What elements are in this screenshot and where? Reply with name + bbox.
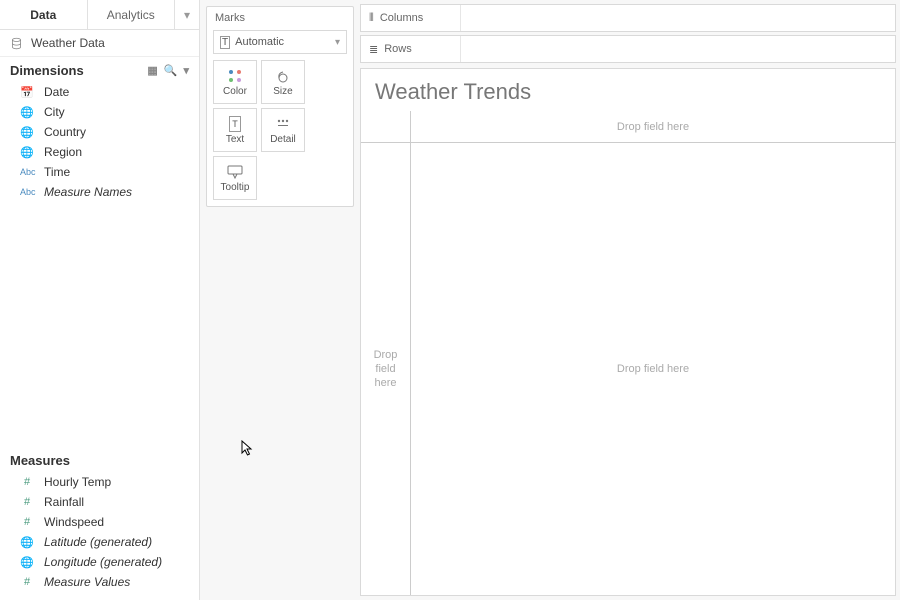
field-region[interactable]: 🌐 Region xyxy=(0,142,199,162)
mark-btn-label: Detail xyxy=(270,134,296,145)
globe-icon: 🌐 xyxy=(20,536,34,549)
mark-btn-label: Color xyxy=(223,86,247,97)
columns-shelf-label: ⦀ Columns xyxy=(361,5,461,31)
viz-canvas: Weather Trends Drop field here Drop fiel… xyxy=(360,68,896,596)
canvas-pane: ⦀ Columns ≣ Rows Weather Trends Drop fie… xyxy=(360,0,900,600)
field-hourly-temp[interactable]: # Hourly Temp xyxy=(0,472,199,492)
viz-col-drop[interactable]: Drop field here xyxy=(411,111,895,143)
auto-icon: T xyxy=(220,36,230,49)
marks-buttons: Color Size T Text Detail Tooltip xyxy=(207,60,353,206)
size-icon xyxy=(275,68,291,84)
side-tabs: Data Analytics ▾ xyxy=(0,0,199,30)
spacer xyxy=(0,210,199,447)
abc-icon: Abc xyxy=(20,187,34,197)
text-icon: T xyxy=(229,116,241,132)
field-time[interactable]: Abc Time xyxy=(0,162,199,182)
field-label: Date xyxy=(44,85,69,99)
field-country[interactable]: 🌐 Country xyxy=(0,122,199,142)
marks-title: Marks xyxy=(207,7,353,26)
mark-btn-label: Tooltip xyxy=(221,182,250,193)
field-label: Country xyxy=(44,125,86,139)
menu-caret-icon[interactable]: ▾ xyxy=(183,64,189,77)
columns-icon: ⦀ xyxy=(369,12,374,25)
columns-drop-zone[interactable] xyxy=(461,5,895,31)
tooltip-icon xyxy=(227,164,243,180)
field-label: Time xyxy=(44,165,70,179)
globe-icon: 🌐 xyxy=(20,126,34,139)
viz-row-drop[interactable]: Drop field here xyxy=(361,143,411,595)
measures-heading: Measures xyxy=(0,447,199,472)
rows-icon: ≣ xyxy=(369,43,378,56)
field-label: Windspeed xyxy=(44,515,104,529)
rows-shelf[interactable]: ≣ Rows xyxy=(360,35,896,63)
mark-size-button[interactable]: Size xyxy=(261,60,305,104)
field-windspeed[interactable]: # Windspeed xyxy=(0,512,199,532)
field-rainfall[interactable]: # Rainfall xyxy=(0,492,199,512)
color-icon xyxy=(228,68,242,84)
mark-btn-label: Size xyxy=(273,86,292,97)
dimensions-heading-label: Dimensions xyxy=(10,63,84,78)
datasource-name: Weather Data xyxy=(31,36,105,50)
database-icon xyxy=(10,37,23,50)
mark-detail-button[interactable]: Detail xyxy=(261,108,305,152)
tab-analytics[interactable]: Analytics xyxy=(88,0,176,29)
field-label: City xyxy=(44,105,65,119)
data-pane: Data Analytics ▾ Weather Data Dimensions… xyxy=(0,0,200,600)
number-icon: # xyxy=(20,576,34,588)
mark-type-dropdown[interactable]: T Automatic xyxy=(213,30,347,54)
detail-icon xyxy=(276,116,290,132)
globe-icon: 🌐 xyxy=(20,146,34,159)
view-grid-icon[interactable]: ▦ xyxy=(147,64,157,77)
viz-corner xyxy=(361,111,411,143)
measures-list: # Hourly Temp # Rainfall # Windspeed 🌐 L… xyxy=(0,472,199,600)
globe-icon: 🌐 xyxy=(20,556,34,569)
measures-heading-label: Measures xyxy=(10,453,70,468)
field-label: Measure Values xyxy=(44,575,130,589)
datasource-row[interactable]: Weather Data xyxy=(0,30,199,57)
abc-icon: Abc xyxy=(20,167,34,177)
tab-data[interactable]: Data xyxy=(0,0,88,29)
shelf-label-text: Columns xyxy=(380,12,423,24)
field-measure-names[interactable]: Abc Measure Names xyxy=(0,182,199,202)
search-icon[interactable]: 🔍 xyxy=(164,64,178,77)
field-latitude[interactable]: 🌐 Latitude (generated) xyxy=(0,532,199,552)
field-measure-values[interactable]: # Measure Values xyxy=(0,572,199,592)
marks-card: Marks T Automatic Color Size T Text Deta… xyxy=(206,6,354,207)
field-label: Hourly Temp xyxy=(44,475,111,489)
rows-shelf-label: ≣ Rows xyxy=(361,36,461,62)
field-longitude[interactable]: 🌐 Longitude (generated) xyxy=(0,552,199,572)
dimensions-list: 📅 Date 🌐 City 🌐 Country 🌐 Region Abc Tim… xyxy=(0,82,199,210)
field-label: Latitude (generated) xyxy=(44,535,152,549)
mark-color-button[interactable]: Color xyxy=(213,60,257,104)
viz-title[interactable]: Weather Trends xyxy=(361,69,895,111)
field-date[interactable]: 📅 Date xyxy=(0,82,199,102)
viz-main-drop[interactable]: Drop field here xyxy=(411,143,895,595)
mark-btn-label: Text xyxy=(226,134,244,145)
viz-body: Drop field here Drop field here Drop fie… xyxy=(361,111,895,595)
shelf-label-text: Rows xyxy=(384,43,412,55)
number-icon: # xyxy=(20,516,34,528)
field-label: Rainfall xyxy=(44,495,84,509)
dimensions-heading: Dimensions ▦ 🔍 ▾ xyxy=(0,57,199,82)
field-city[interactable]: 🌐 City xyxy=(0,102,199,122)
columns-shelf[interactable]: ⦀ Columns xyxy=(360,4,896,32)
field-label: Longitude (generated) xyxy=(44,555,162,569)
globe-icon: 🌐 xyxy=(20,106,34,119)
calendar-icon: 📅 xyxy=(20,86,34,99)
field-label: Measure Names xyxy=(44,185,132,199)
mark-type-label: Automatic xyxy=(235,36,284,48)
marks-pane: Marks T Automatic Color Size T Text Deta… xyxy=(200,0,360,600)
number-icon: # xyxy=(20,476,34,488)
rows-drop-zone[interactable] xyxy=(461,36,895,62)
mark-tooltip-button[interactable]: Tooltip xyxy=(213,156,257,200)
tab-overflow-icon[interactable]: ▾ xyxy=(175,0,199,29)
field-label: Region xyxy=(44,145,82,159)
number-icon: # xyxy=(20,496,34,508)
mark-text-button[interactable]: T Text xyxy=(213,108,257,152)
